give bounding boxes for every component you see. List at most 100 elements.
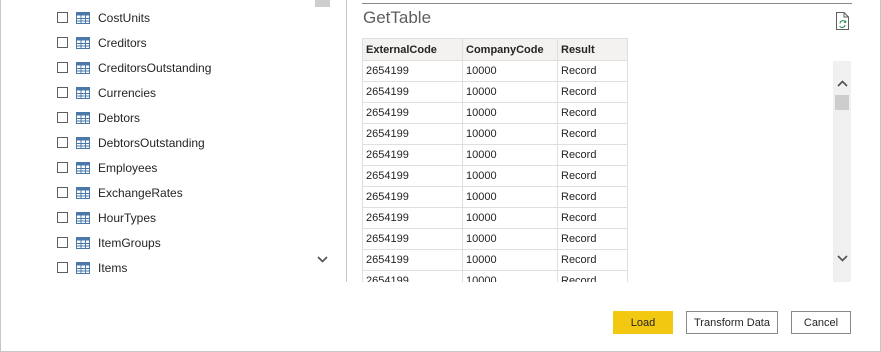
table-cell: 10000: [462, 102, 558, 124]
navigator-item[interactable]: CostUnits: [53, 5, 313, 30]
table-cell: 2654199: [362, 60, 463, 82]
table-cell: 2654199: [362, 186, 463, 208]
navigator-item[interactable]: HourTypes: [53, 205, 313, 230]
scrollbar-thumb[interactable]: [315, 0, 330, 7]
table-row: 2654199 10000 Record: [362, 165, 628, 187]
navigator-item-label: HourTypes: [98, 210, 157, 225]
column-header[interactable]: Result: [557, 38, 628, 61]
navigator-item[interactable]: Debtors: [53, 105, 313, 130]
checkbox[interactable]: [57, 112, 68, 123]
table-row: 2654199 10000 Record: [362, 102, 628, 124]
table-icon: [76, 11, 90, 24]
cancel-button[interactable]: Cancel: [791, 311, 851, 334]
table-cell: 10000: [462, 207, 558, 229]
pane-divider: [346, 0, 347, 282]
table-cell: 2654199: [362, 165, 463, 187]
table-cell[interactable]: Record: [557, 102, 628, 124]
checkbox[interactable]: [57, 37, 68, 48]
table-row: 2654199 10000 Record: [362, 228, 628, 250]
table-cell[interactable]: Record: [557, 186, 628, 208]
checkbox[interactable]: [57, 62, 68, 73]
table-row: 2654199 10000 Record: [362, 186, 628, 208]
preview-table-container[interactable]: ExternalCode CompanyCode Result 2654199 1…: [362, 38, 629, 282]
checkbox[interactable]: [57, 137, 68, 148]
column-header[interactable]: CompanyCode: [462, 38, 558, 61]
table-cell: 10000: [462, 249, 558, 271]
table-icon: [76, 111, 90, 124]
table-cell[interactable]: Record: [557, 270, 628, 282]
table-row: 2654199 10000 Record: [362, 123, 628, 145]
navigator-item[interactable]: Employees: [53, 155, 313, 180]
table-cell[interactable]: Record: [557, 228, 628, 250]
table-icon: [76, 36, 90, 49]
navigator-item[interactable]: ExchangeRates: [53, 180, 313, 205]
checkbox[interactable]: [57, 237, 68, 248]
table-cell: 10000: [462, 228, 558, 250]
table-icon: [76, 136, 90, 149]
navigator-item-label: Creditors: [98, 35, 147, 50]
checkbox[interactable]: [57, 87, 68, 98]
preview-table: ExternalCode CompanyCode Result 2654199 1…: [362, 38, 628, 282]
table-row: 2654199 10000 Record: [362, 270, 628, 282]
table-icon: [76, 61, 90, 74]
navigator-item[interactable]: CreditorsOutstanding: [53, 55, 313, 80]
chevron-down-icon[interactable]: [315, 250, 330, 268]
table-icon: [76, 211, 90, 224]
table-icon: [76, 86, 90, 99]
transform-data-button[interactable]: Transform Data: [686, 311, 778, 334]
table-cell[interactable]: Record: [557, 165, 628, 187]
table-cell: 10000: [462, 60, 558, 82]
table-cell: 10000: [462, 186, 558, 208]
navigator-item-label: DebtorsOutstanding: [98, 135, 205, 150]
navigator-item[interactable]: Creditors: [53, 30, 313, 55]
navigator-item-label: CreditorsOutstanding: [98, 60, 212, 75]
table-cell[interactable]: Record: [557, 60, 628, 82]
preview-scrollbar[interactable]: [833, 61, 851, 282]
table-cell: 2654199: [362, 123, 463, 145]
table-row: 2654199 10000 Record: [362, 81, 628, 103]
load-button[interactable]: Load: [613, 311, 673, 334]
table-cell: 10000: [462, 144, 558, 166]
navigator-item[interactable]: Items: [53, 255, 313, 280]
table-icon: [76, 236, 90, 249]
navigator-item-label: ItemGroups: [98, 235, 161, 250]
preview-header-line: [362, 3, 852, 4]
table-cell[interactable]: Record: [557, 123, 628, 145]
table-icon: [76, 261, 90, 274]
checkbox[interactable]: [57, 262, 68, 273]
chevron-up-icon[interactable]: [833, 75, 851, 91]
table-row: 2654199 10000 Record: [362, 60, 628, 82]
navigator-item[interactable]: ItemGroups: [53, 230, 313, 255]
table-cell[interactable]: Record: [557, 207, 628, 229]
navigator-pane: CostUnits Creditors CreditorsOutstanding…: [1, 0, 331, 282]
checkbox[interactable]: [57, 212, 68, 223]
checkbox[interactable]: [57, 12, 68, 23]
table-cell: 2654199: [362, 102, 463, 124]
table-cell: 10000: [462, 165, 558, 187]
chevron-down-icon[interactable]: [833, 249, 851, 267]
table-cell: 2654199: [362, 249, 463, 271]
table-cell[interactable]: Record: [557, 144, 628, 166]
navigator-scrollbar[interactable]: [314, 0, 331, 282]
navigator-item-label: Debtors: [98, 110, 141, 125]
navigator-item[interactable]: DebtorsOutstanding: [53, 130, 313, 155]
table-cell: 2654199: [362, 144, 463, 166]
refresh-preview-icon[interactable]: [834, 12, 850, 30]
navigator-item[interactable]: Currencies: [53, 80, 313, 105]
table-cell: 10000: [462, 123, 558, 145]
checkbox[interactable]: [57, 187, 68, 198]
table-row: 2654199 10000 Record: [362, 249, 628, 271]
scrollbar-thumb[interactable]: [835, 95, 849, 110]
checkbox[interactable]: [57, 162, 68, 173]
navigator-item-label: Employees: [98, 160, 158, 175]
table-cell[interactable]: Record: [557, 249, 628, 271]
table-cell[interactable]: Record: [557, 81, 628, 103]
navigator-item-label: ExchangeRates: [98, 185, 183, 200]
table-cell: 10000: [462, 81, 558, 103]
column-header[interactable]: ExternalCode: [362, 38, 463, 61]
table-icon: [76, 186, 90, 199]
table-cell: 2654199: [362, 270, 463, 282]
table-row: 2654199 10000 Record: [362, 144, 628, 166]
preview-title: GetTable: [363, 8, 432, 27]
navigator-list: CostUnits Creditors CreditorsOutstanding…: [53, 5, 313, 280]
